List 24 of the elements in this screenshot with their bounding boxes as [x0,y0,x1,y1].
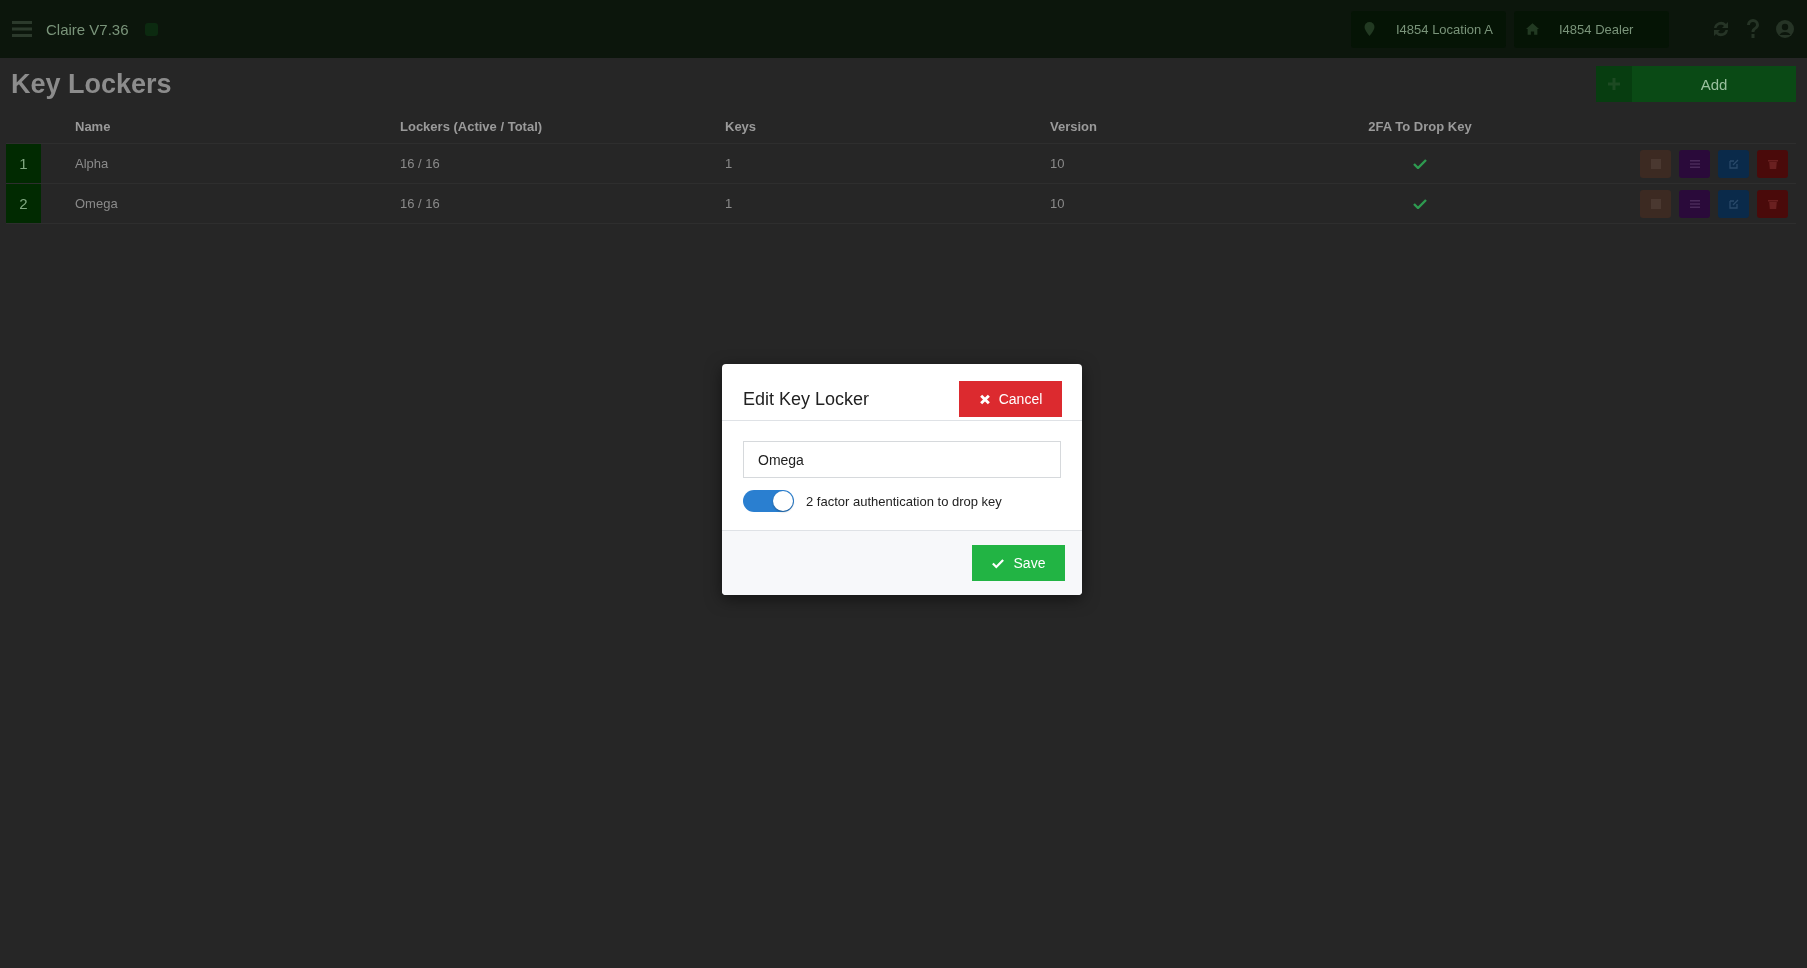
table-cell-text: 1 [725,196,734,211]
column-header: Keys [725,119,758,134]
column-header: Lockers (Active / Total) [400,119,544,134]
column-header: Version [1050,119,1098,134]
app-title: Claire V7.36 [46,20,129,38]
row-number: 1 [6,144,41,183]
add-button[interactable]: Add [1596,66,1796,102]
dealer-button[interactable]: I4854 Dealer [1514,10,1669,48]
name-input[interactable]: Omega [743,441,1061,478]
table-cell-text: 16 / 16 [400,196,441,211]
table-cell-text: 10 [1050,156,1066,171]
table-cell-text: 1 [725,156,734,171]
cancel-button[interactable]: Cancel [959,381,1062,417]
dialog-title: Edit Key Locker [743,388,870,410]
toggle-label: 2 factor authentication to drop key [806,493,1002,509]
row-number: 2 [6,184,41,223]
column-header: Name [75,119,112,134]
table-cell-text: Alpha [75,156,110,171]
table-cell-text: Omega [75,196,119,211]
table-cell-text: 16 / 16 [400,156,441,171]
page-title: Key Lockers [11,68,172,100]
column-header: 2FA To Drop Key [1367,119,1473,134]
location-button[interactable]: I4854 Location A [1351,10,1506,48]
table-cell-text: 10 [1050,196,1066,211]
